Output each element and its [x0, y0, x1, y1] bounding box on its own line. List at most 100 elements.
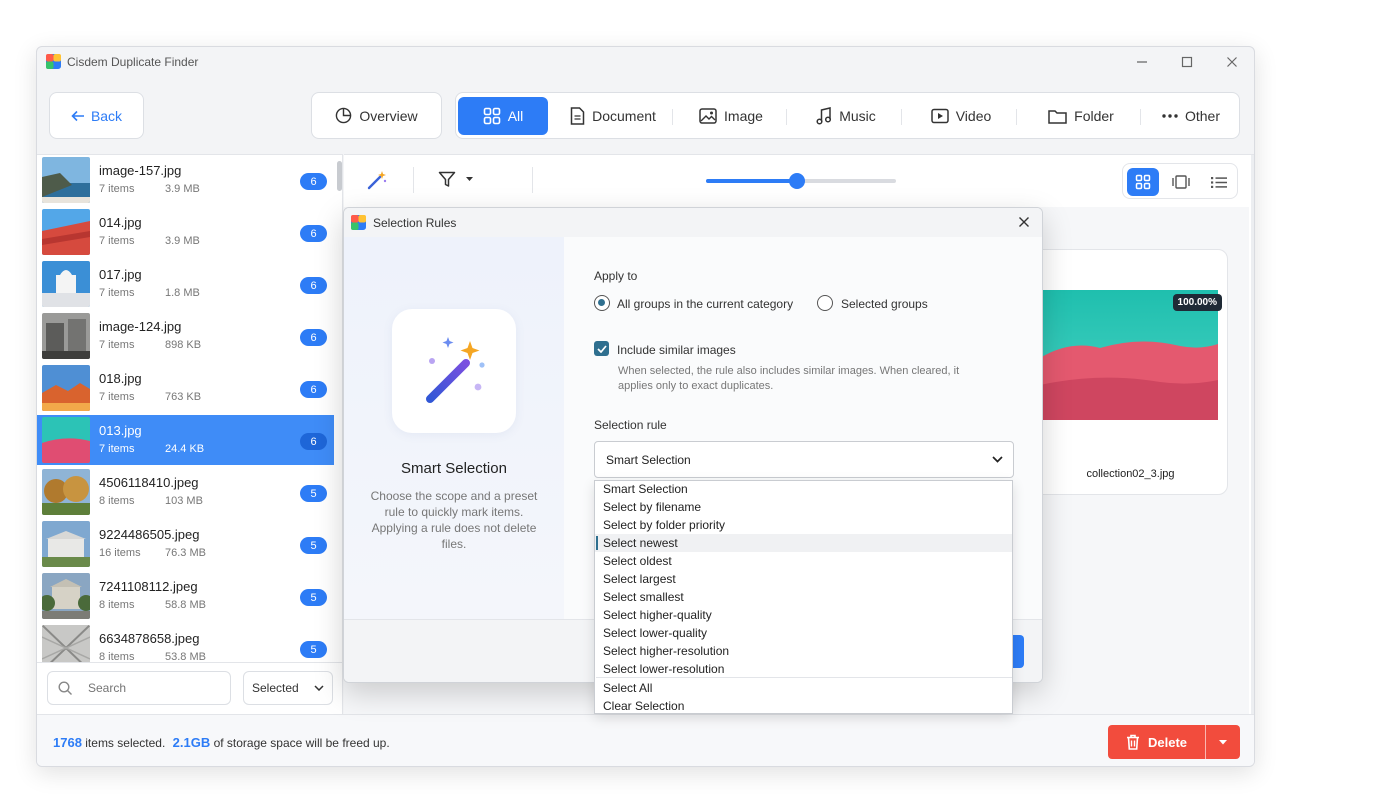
list-item[interactable]: 014.jpg 7 items 3.9 MB 6	[37, 207, 334, 257]
count-badge: 5	[300, 589, 327, 606]
tab-label: Video	[955, 108, 992, 124]
option-select-lower-resolution[interactable]: Select lower-resolution	[595, 660, 1012, 678]
tab-image[interactable]: Image	[681, 97, 781, 135]
item-count: 16 items	[99, 547, 141, 559]
back-label: Back	[90, 107, 123, 124]
item-count: 7 items	[99, 235, 135, 247]
group-list: image-157.jpg 7 items 3.9 MB 6 014.jpg 7…	[37, 154, 343, 714]
selected-count-suffix: items selected.	[85, 736, 166, 750]
list-view-button[interactable]	[1203, 168, 1235, 196]
back-button[interactable]: Back	[49, 92, 144, 139]
close-dialog-icon[interactable]	[1014, 212, 1034, 232]
overview-button[interactable]: Overview	[311, 92, 442, 139]
dialog-title-bar: Selection Rules	[344, 208, 1042, 237]
list-item[interactable]: 9224486505.jpeg 16 items 76.3 MB 5	[37, 519, 334, 569]
include-similar-hint: When selected, the rule also includes si…	[618, 365, 960, 392]
view-mode-group	[1122, 163, 1238, 199]
sidebar-scrollbar[interactable]	[337, 161, 342, 191]
search-input[interactable]	[88, 681, 218, 695]
status-bar: 1768 items selected. 2.1GB of storage sp…	[37, 714, 1254, 766]
search-box[interactable]	[47, 671, 231, 705]
list-view-icon	[1211, 176, 1227, 188]
thumbnail	[42, 261, 90, 307]
thumbnail	[42, 313, 90, 359]
list-item[interactable]: image-157.jpg 7 items 3.9 MB 6	[37, 155, 334, 205]
tab-document[interactable]: Document	[558, 97, 668, 135]
option-select-newest[interactable]: Select newest	[595, 534, 1012, 552]
folder-icon	[1048, 109, 1067, 124]
list-item[interactable]: image-124.jpg 7 items 898 KB 6	[37, 311, 334, 361]
include-similar-checkbox[interactable]	[594, 341, 609, 356]
item-size: 103 MB	[165, 495, 203, 507]
tab-divider	[786, 109, 787, 125]
list-item[interactable]: 018.jpg 7 items 763 KB 6	[37, 363, 334, 413]
document-icon	[570, 107, 585, 125]
list-item[interactable]: 017.jpg 7 items 1.8 MB 6	[37, 259, 334, 309]
grid-view-button[interactable]	[1127, 168, 1159, 196]
item-name: 4506118410.jpeg	[99, 475, 199, 490]
radio-selected-groups[interactable]	[817, 295, 833, 311]
radio-all-groups[interactable]	[594, 295, 610, 311]
minimize-icon[interactable]	[1129, 52, 1155, 72]
list-item[interactable]: 7241108112.jpeg 8 items 58.8 MB 5	[37, 571, 334, 621]
video-icon	[930, 108, 949, 124]
count-badge: 5	[300, 485, 327, 502]
list-item-selected[interactable]: 013.jpg 7 items 24.4 KB 6	[37, 415, 334, 465]
list-item[interactable]: 4506118410.jpeg 8 items 103 MB 5	[37, 467, 334, 517]
close-window-icon[interactable]	[1219, 52, 1245, 72]
pie-chart-icon	[336, 107, 352, 124]
include-similar-label: Include similar images	[617, 343, 736, 357]
option-select-higher-quality[interactable]: Select higher-quality	[595, 606, 1012, 624]
option-select-by-filename[interactable]: Select by filename	[595, 498, 1012, 516]
item-size: 58.8 MB	[165, 599, 206, 611]
option-select-oldest[interactable]: Select oldest	[595, 552, 1012, 570]
tab-label: Document	[592, 108, 656, 124]
tab-other[interactable]: Other	[1146, 97, 1236, 135]
item-count: 7 items	[99, 339, 135, 351]
item-name: image-157.jpg	[99, 163, 182, 178]
delete-button[interactable]: Delete	[1108, 725, 1205, 759]
tab-video[interactable]: Video	[911, 97, 1011, 135]
thumbnail	[42, 573, 90, 619]
selection-rule-select[interactable]: Smart Selection	[594, 441, 1014, 478]
selection-rule-label: Selection rule	[594, 418, 667, 432]
tab-folder[interactable]: Folder	[1026, 97, 1136, 135]
filter-button[interactable]	[438, 171, 473, 188]
file-card[interactable]: 100.00% collection02_3.jpg	[1033, 249, 1228, 495]
tab-all[interactable]: All	[458, 97, 548, 135]
option-clear-selection[interactable]: Clear Selection	[595, 697, 1012, 715]
main-scrollbar[interactable]	[1251, 155, 1254, 715]
tab-divider	[901, 109, 902, 125]
tab-music[interactable]: Music	[796, 97, 896, 135]
tab-label: Image	[724, 108, 763, 124]
tab-label: Other	[1184, 108, 1220, 124]
magic-wand-icon[interactable]	[366, 169, 388, 196]
image-icon	[699, 108, 717, 124]
radio-selected-groups-label: Selected groups	[841, 297, 928, 311]
count-badge: 6	[300, 173, 327, 190]
option-select-all[interactable]: Select All	[595, 679, 1012, 697]
filter-select[interactable]: Selected	[243, 671, 333, 705]
apply-to-label: Apply to	[594, 269, 638, 283]
more-icon	[1162, 114, 1178, 118]
slider-knob[interactable]	[789, 173, 805, 189]
option-select-lower-quality[interactable]: Select lower-quality	[595, 624, 1012, 642]
tab-divider	[672, 109, 673, 125]
delete-options-button[interactable]	[1206, 725, 1240, 759]
compare-view-button[interactable]	[1165, 168, 1197, 196]
maximize-icon[interactable]	[1174, 52, 1200, 72]
arrow-left-icon	[71, 110, 84, 121]
tab-divider	[1016, 109, 1017, 125]
trash-icon	[1126, 734, 1139, 750]
option-select-by-folder-priority[interactable]: Select by folder priority	[595, 516, 1012, 534]
option-smart-selection[interactable]: Smart Selection	[595, 480, 1012, 498]
freed-size: 2.1GB	[172, 735, 211, 750]
option-select-largest[interactable]: Select largest	[595, 570, 1012, 588]
app-title: Cisdem Duplicate Finder	[67, 55, 199, 69]
thumbnail	[42, 157, 90, 203]
tab-label: Music	[839, 108, 876, 124]
item-name: image-124.jpg	[99, 319, 182, 334]
thumbnail-size-slider[interactable]	[706, 173, 896, 189]
option-select-smallest[interactable]: Select smallest	[595, 588, 1012, 606]
option-select-higher-resolution[interactable]: Select higher-resolution	[595, 642, 1012, 660]
